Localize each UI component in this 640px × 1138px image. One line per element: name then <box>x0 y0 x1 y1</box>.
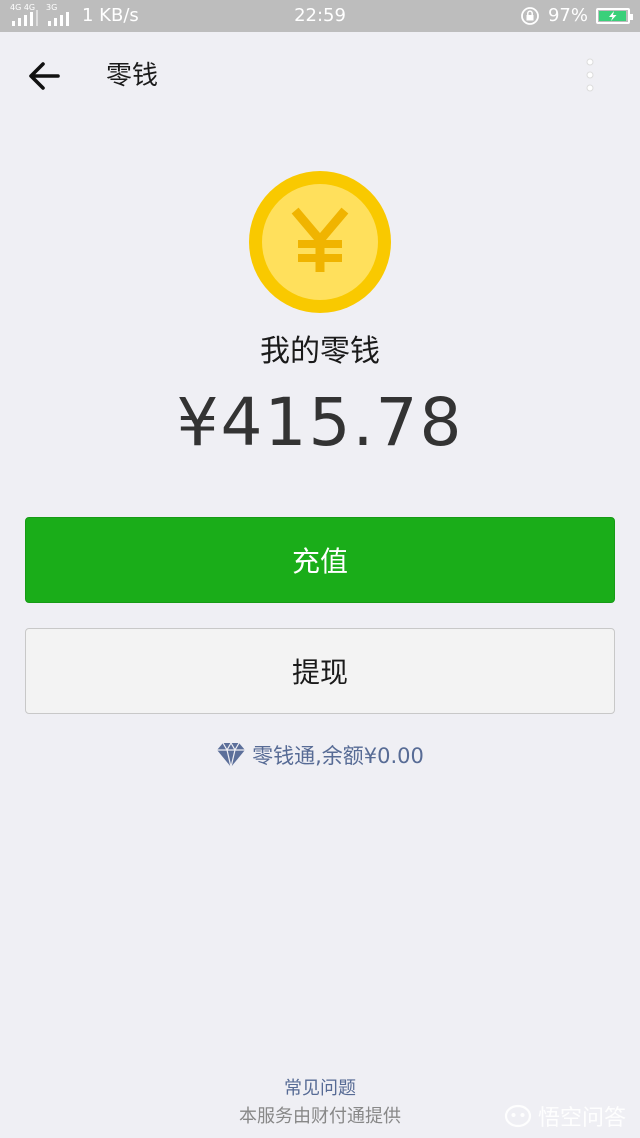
wukong-logo-icon <box>504 1104 532 1128</box>
recharge-button[interactable]: 充值 <box>25 517 615 603</box>
withdraw-button[interactable]: 提现 <box>25 628 615 714</box>
recharge-button-label: 充值 <box>291 545 348 578</box>
watermark-text: 悟空问答 <box>537 1106 626 1131</box>
coin-yuan-icon <box>249 171 391 313</box>
back-arrow-icon[interactable] <box>26 58 62 94</box>
faq-link[interactable]: 常见问题 <box>0 1074 640 1100</box>
lingqiantong-link[interactable]: 零钱通,余额¥0.00 <box>0 740 640 770</box>
battery-percent: 97% <box>547 5 588 26</box>
watermark: 悟空问答 <box>504 1100 626 1132</box>
rotation-lock-icon <box>521 6 539 25</box>
balance-amount: ¥415.78 <box>176 384 464 461</box>
page-title: 零钱 <box>106 61 159 91</box>
withdraw-button-label: 提现 <box>291 656 348 689</box>
charging-bolt-icon <box>609 10 617 21</box>
lingqiantong-text: 零钱通,余额¥0.00 <box>252 744 424 768</box>
more-options-icon[interactable] <box>578 56 602 96</box>
balance-label: 我的零钱 <box>260 334 380 369</box>
header: 零钱 <box>0 32 640 120</box>
battery-icon <box>596 7 633 24</box>
status-right: 97% <box>520 5 633 26</box>
status-bar: 4G 4G 3G 1 KB/s 22:59 97% <box>0 0 640 32</box>
diamond-icon <box>217 742 246 768</box>
